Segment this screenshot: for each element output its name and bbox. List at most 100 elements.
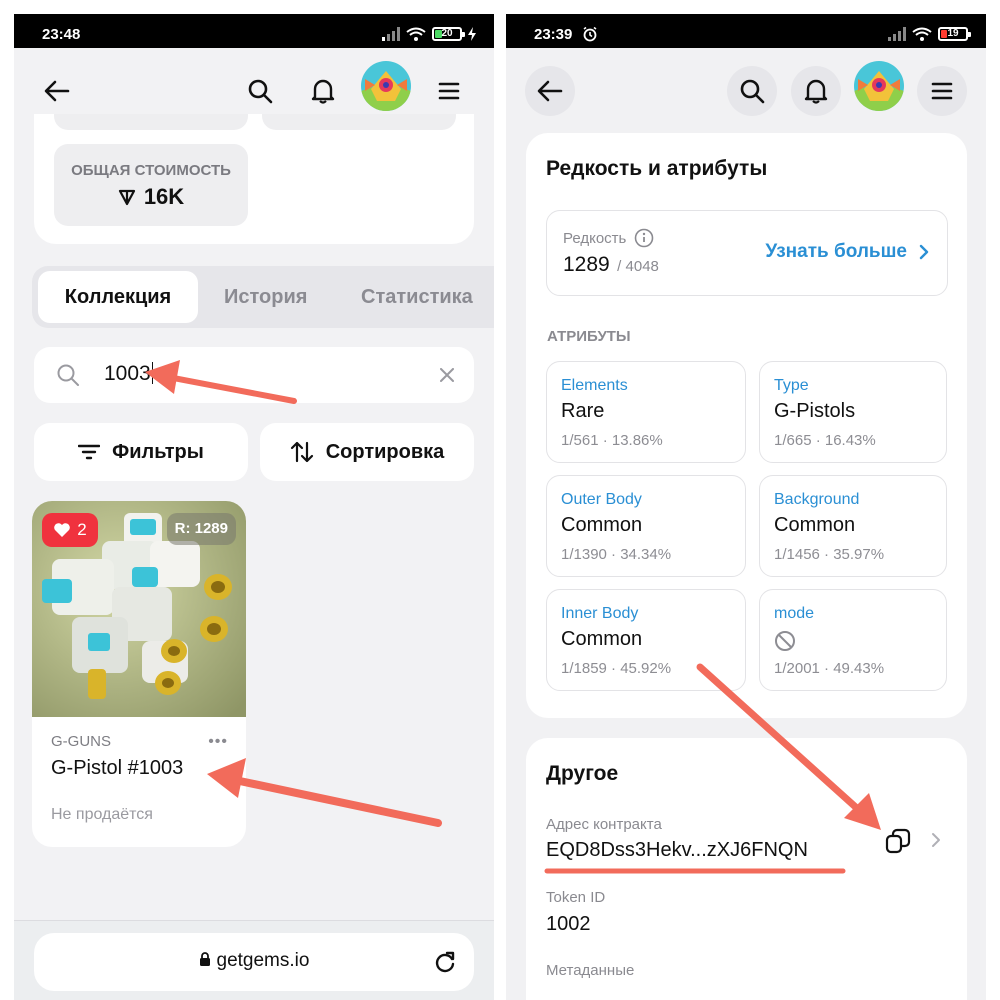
nft-card[interactable]: 2 R: 1289 G-GUNS ••• G-Pistol #1003 Не п… <box>32 501 246 847</box>
tab-bar: Коллекция История Статистика <box>32 266 494 328</box>
status-time: 23:48 <box>42 26 81 43</box>
hamburger-icon <box>931 82 953 100</box>
likes-count: 2 <box>77 520 87 539</box>
status-bar: 23:48 20 <box>14 14 494 48</box>
bell-icon <box>804 79 828 104</box>
back-button[interactable] <box>525 66 575 116</box>
attribute-card[interactable]: Background Common 1/1456 · 35.97% <box>759 475 947 577</box>
search-input[interactable]: 1003 <box>34 347 474 403</box>
notifications-button[interactable] <box>791 66 841 116</box>
wifi-icon <box>912 27 932 41</box>
status-icons: 19 <box>888 27 971 41</box>
status-icons: 20 <box>382 27 476 41</box>
nft-title[interactable]: G-Pistol #1003 <box>51 757 183 780</box>
search-icon <box>740 79 765 104</box>
attribute-trait: Type <box>774 377 809 394</box>
attribute-stat: 1/561 · 13.86% <box>561 432 663 449</box>
tab-collection[interactable]: Коллекция <box>38 271 198 323</box>
attribute-stat: 1/1456 · 35.97% <box>774 546 885 563</box>
attribute-value: Common <box>561 514 643 536</box>
filters-button-label: Фильтры <box>112 440 204 463</box>
avatar[interactable] <box>854 61 904 111</box>
battery-indicator: 19 <box>938 27 971 41</box>
attribute-value: Rare <box>561 400 605 422</box>
right-screenshot: 23:39 19 Редкость и атрибуты Редкость 12… <box>506 14 986 1000</box>
attribute-trait: Background <box>774 491 860 508</box>
attribute-stat: 1/665 · 16.43% <box>774 432 876 449</box>
address-bar[interactable]: getgems.io <box>34 933 474 991</box>
metadata-label: Метаданные <box>546 962 635 979</box>
likes-badge[interactable]: 2 <box>42 513 98 547</box>
learn-more-link[interactable]: Узнать больше <box>765 241 929 263</box>
attribute-card[interactable]: mode 1/2001 · 49.43% <box>759 589 947 691</box>
attribute-trait: Inner Body <box>561 605 639 622</box>
chevron-right-icon <box>919 244 929 260</box>
browser-bottom-bar: getgems.io <box>14 920 494 1000</box>
copy-icon[interactable] <box>885 828 911 854</box>
charging-icon <box>468 27 476 41</box>
token-id-value: 1002 <box>546 913 591 935</box>
search-icon <box>57 364 79 386</box>
alarm-icon <box>583 26 597 42</box>
signal-icon <box>382 27 400 41</box>
sort-button[interactable]: Сортировка <box>260 423 474 481</box>
total-value-label: ОБЩАЯ СТОИМОСТЬ <box>71 162 231 179</box>
contract-label: Адрес контракта <box>546 816 662 833</box>
other-info-card: Другое Адрес контракта EQD8Dss3Hekv...zX… <box>526 738 967 1000</box>
top-navigation <box>506 48 986 130</box>
rarity-label: Редкость <box>563 228 654 248</box>
attribute-trait: Outer Body <box>561 491 642 508</box>
search-input-value: 1003 <box>104 362 154 386</box>
attribute-trait: mode <box>774 605 815 622</box>
sale-status: Не продаётся <box>51 806 153 823</box>
rarity-attributes-card: Редкость и атрибуты Редкость 1289 / 4048… <box>526 133 967 718</box>
chevron-right-icon[interactable] <box>931 832 941 848</box>
back-arrow-icon <box>44 80 70 102</box>
menu-button[interactable] <box>917 66 967 116</box>
notifications-button[interactable] <box>298 66 348 116</box>
attribute-card[interactable]: Inner Body Common 1/1859 · 45.92% <box>546 589 746 691</box>
attribute-card[interactable]: Elements Rare 1/561 · 13.86% <box>546 361 746 463</box>
reload-icon[interactable] <box>434 951 456 973</box>
sort-button-label: Сортировка <box>325 440 445 463</box>
rarity-box: Редкость 1289 / 4048 Узнать больше <box>546 210 948 296</box>
tab-history[interactable]: История <box>224 266 307 328</box>
avatar-image <box>361 61 411 111</box>
back-button[interactable] <box>32 66 82 116</box>
wifi-icon <box>406 27 426 41</box>
attribute-stat: 1/1859 · 45.92% <box>561 660 672 677</box>
url-display: getgems.io <box>34 950 474 972</box>
menu-button[interactable] <box>424 66 474 116</box>
section-title: Редкость и атрибуты <box>546 157 768 180</box>
heart-icon <box>54 523 71 537</box>
attributes-heading: АТРИБУТЫ <box>547 328 631 345</box>
attribute-value: Common <box>561 628 643 650</box>
search-icon <box>248 79 273 104</box>
back-arrow-icon <box>537 80 563 102</box>
total-value: 16K <box>54 184 248 210</box>
contract-address[interactable]: EQD8Dss3Hekv...zXJ6FNQN <box>546 839 808 862</box>
search-button[interactable] <box>727 66 777 116</box>
attribute-card[interactable]: Type G-Pistols 1/665 · 16.43% <box>759 361 947 463</box>
info-icon[interactable] <box>634 228 654 248</box>
clear-icon[interactable] <box>440 368 454 382</box>
attribute-value: G-Pistols <box>774 400 856 422</box>
not-applicable-icon <box>775 631 795 651</box>
search-button[interactable] <box>235 66 285 116</box>
attribute-value: Common <box>774 514 856 536</box>
avatar[interactable] <box>361 61 411 111</box>
lock-icon <box>199 952 210 966</box>
battery-indicator: 20 <box>432 27 465 41</box>
status-bar: 23:39 19 <box>506 14 986 48</box>
filters-button[interactable]: Фильтры <box>34 423 248 481</box>
attribute-card[interactable]: Outer Body Common 1/1390 · 34.34% <box>546 475 746 577</box>
rarity-rank: 1289 / 4048 <box>563 253 659 276</box>
avatar-image <box>854 61 904 111</box>
total-value-tile: ОБЩАЯ СТОИМОСТЬ 16K <box>54 144 248 226</box>
filter-icon <box>78 444 101 460</box>
rarity-rank-badge: R: 1289 <box>166 513 236 545</box>
tab-statistics[interactable]: Статистика <box>361 266 473 328</box>
nft-collection-name[interactable]: G-GUNS <box>51 733 111 750</box>
more-options-button[interactable]: ••• <box>208 733 228 751</box>
bell-icon <box>311 79 335 104</box>
